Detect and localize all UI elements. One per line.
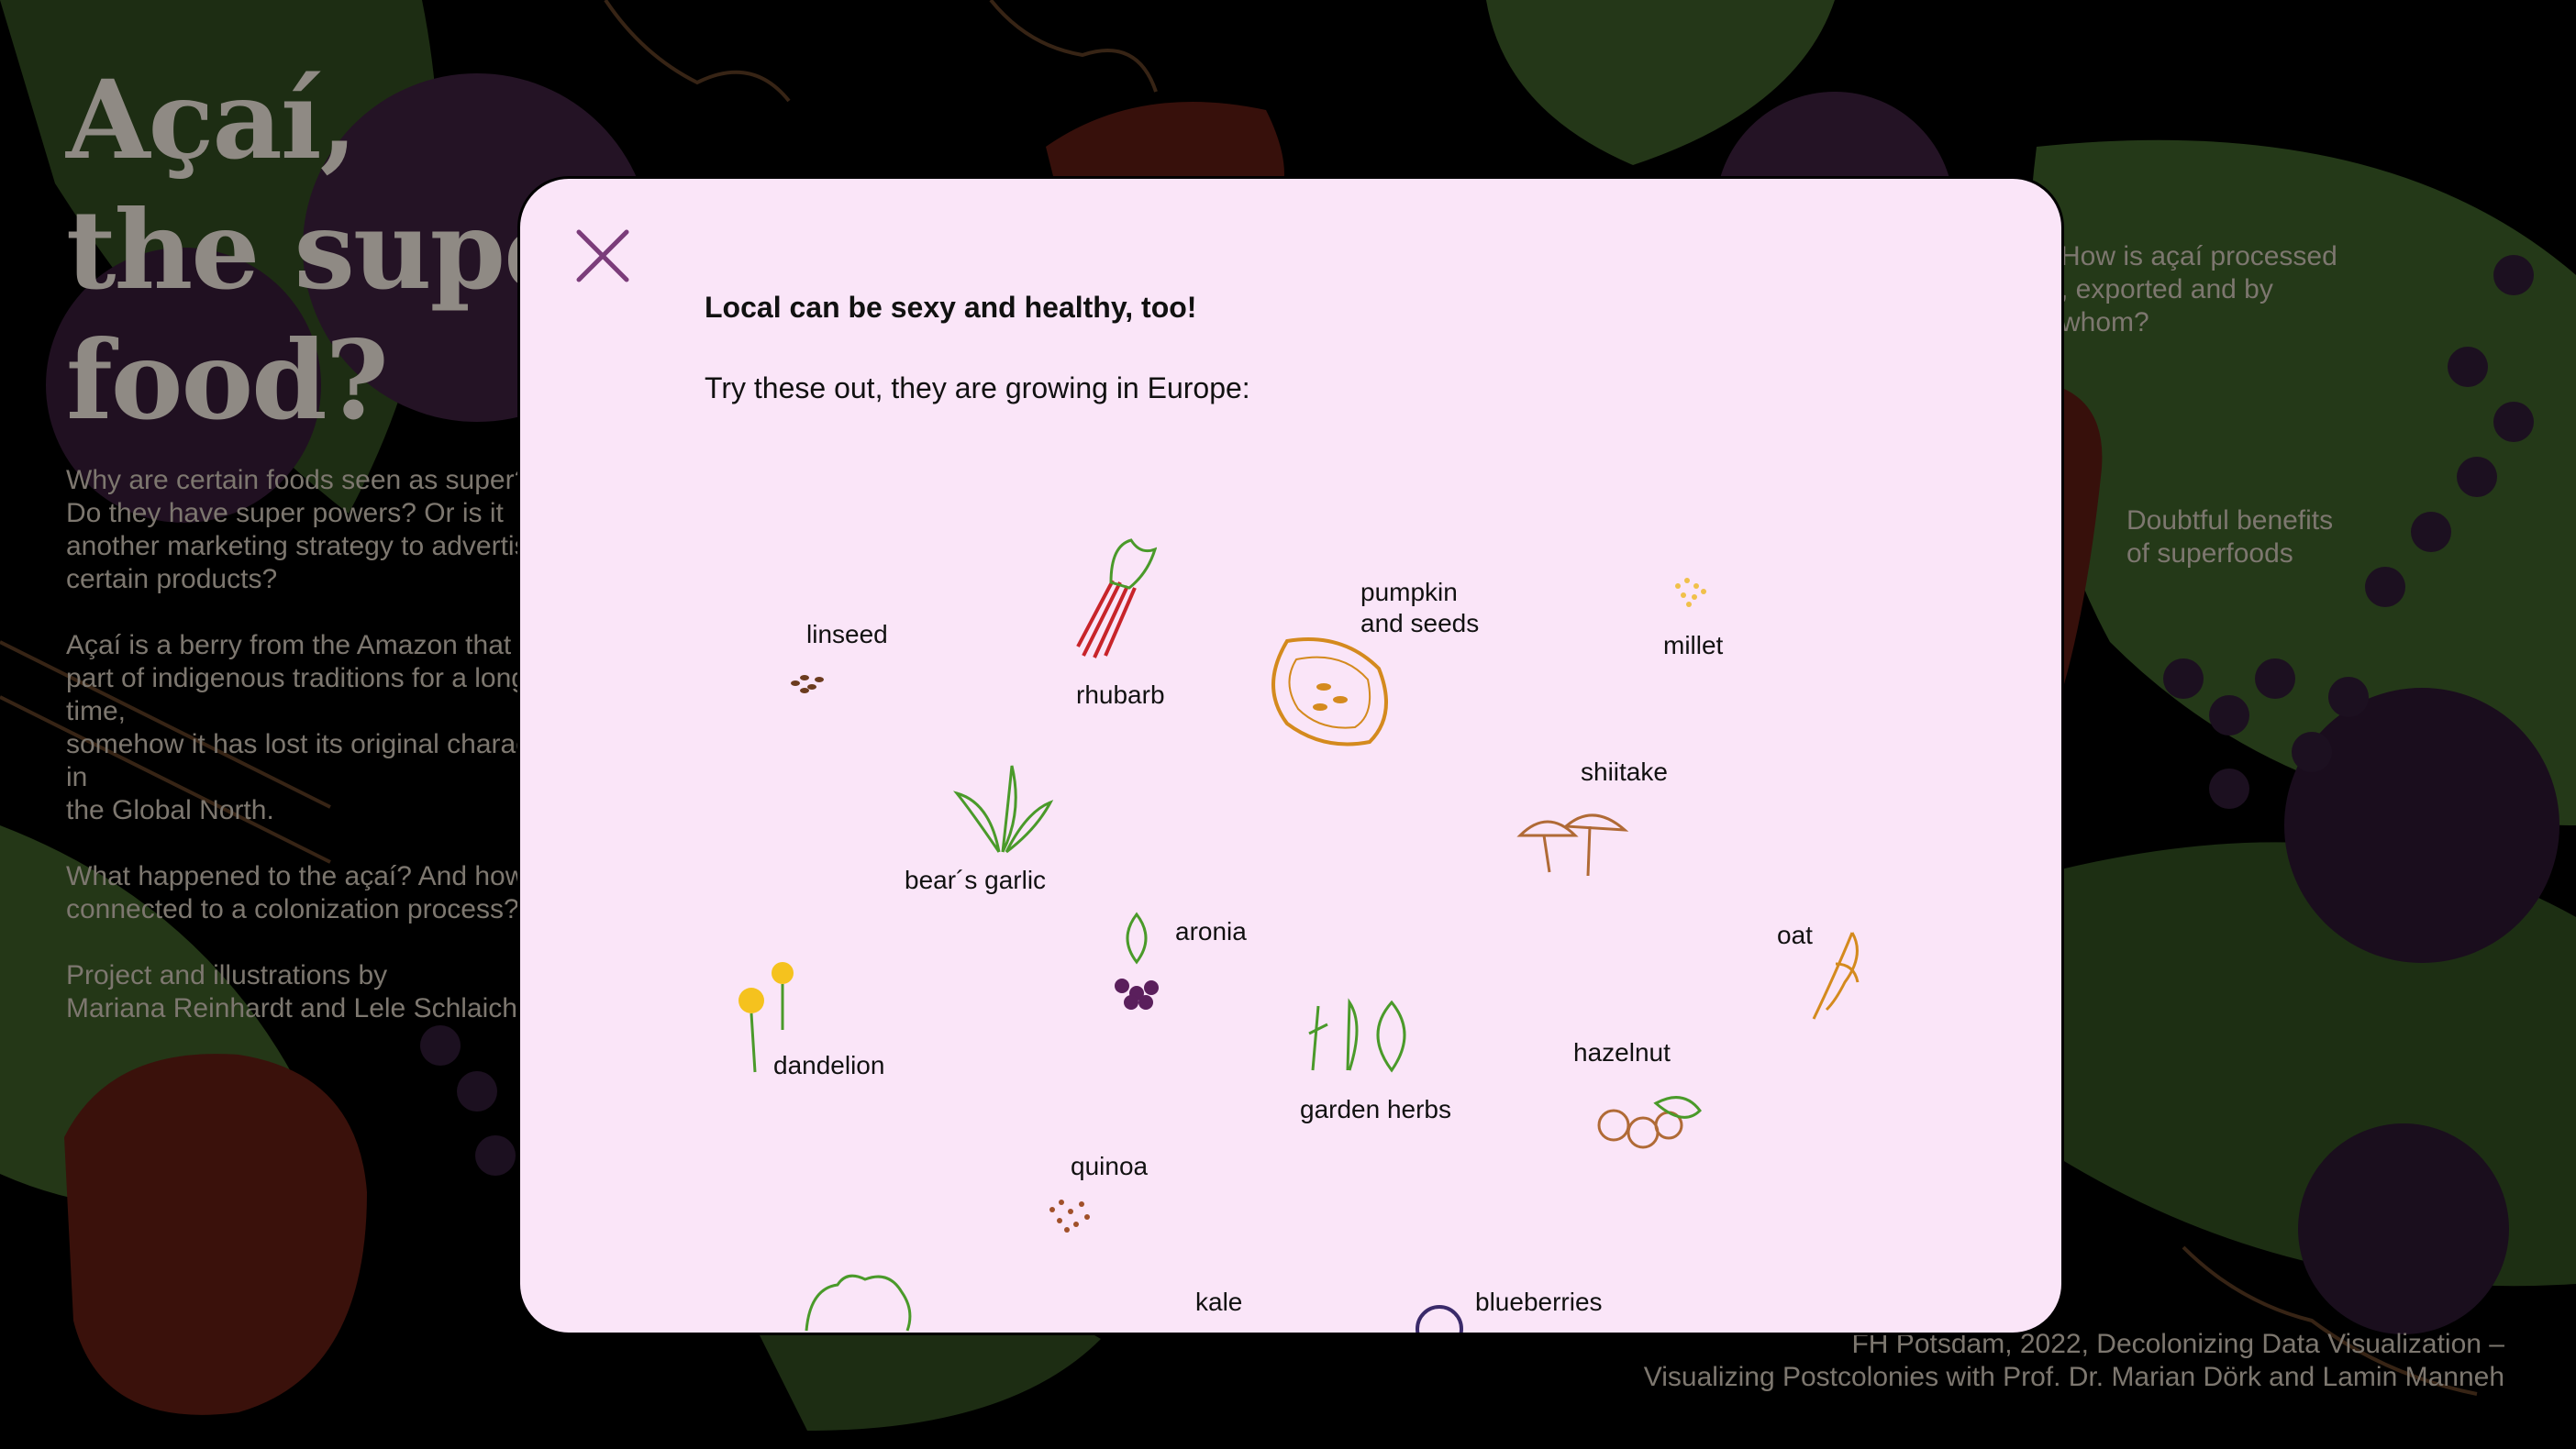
food-label-hazelnut: hazelnut bbox=[1573, 1038, 1671, 1067]
garden-herbs-icon bbox=[1308, 998, 1406, 1073]
doubtful-benefits-link[interactable]: Doubtful benefits of superfoods bbox=[2126, 504, 2333, 570]
intro-paragraph: Why are certain foods seen as super? Do … bbox=[66, 465, 544, 594]
aronia-icon bbox=[1115, 912, 1159, 1010]
rhubarb-icon bbox=[1076, 538, 1157, 658]
food-label-rhubarb: rhubarb bbox=[1076, 680, 1165, 709]
title-line: Açaí, bbox=[66, 56, 358, 183]
quinoa-icon bbox=[1049, 1200, 1090, 1233]
processing-link[interactable]: How is açaí processed , exported and by … bbox=[2060, 240, 2337, 339]
food-label-quinoa: quinoa bbox=[1071, 1152, 1149, 1180]
kale-icon bbox=[805, 1274, 912, 1332]
food-label-kale: kale bbox=[1195, 1288, 1243, 1316]
linseed-icon bbox=[791, 675, 824, 693]
food-label-millet: millet bbox=[1663, 631, 1724, 659]
food-label-garden-herbs: garden herbs bbox=[1300, 1095, 1452, 1123]
oat-icon bbox=[1812, 932, 1860, 1020]
shiitake-icon bbox=[1516, 813, 1629, 877]
local-foods-modal: Local can be sexy and healthy, too! Try … bbox=[517, 176, 2064, 1335]
food-label-blueberries: blueberries bbox=[1475, 1288, 1603, 1316]
blueberries-icon bbox=[1416, 1305, 1463, 1333]
bears-garlic-icon bbox=[953, 765, 1054, 854]
intro-paragraph: Açaí is a berry from the Amazon that is … bbox=[66, 630, 562, 825]
pumpkin-icon bbox=[1271, 637, 1388, 747]
food-label-shiitake: shiitake bbox=[1581, 758, 1668, 786]
footer-credits: FH Potsdam, 2022, Decolonizing Data Visu… bbox=[1643, 1329, 2504, 1392]
food-label-dandelion: dandelion bbox=[773, 1051, 885, 1079]
food-label-aronia: aronia bbox=[1175, 917, 1247, 946]
intro-text: Why are certain foods seen as super? Do … bbox=[66, 464, 580, 1058]
food-label-linseed: linseed bbox=[806, 620, 888, 648]
food-label-bears-garlic: bear´s garlic bbox=[905, 866, 1047, 894]
hazelnut-icon bbox=[1597, 1096, 1702, 1149]
close-icon[interactable] bbox=[575, 228, 630, 283]
food-label-pumpkin: pumpkin and seeds bbox=[1360, 578, 1480, 637]
modal-subheading: Try these out, they are growing in Europ… bbox=[705, 371, 1250, 404]
millet-icon bbox=[1675, 578, 1706, 607]
modal-heading: Local can be sexy and healthy, too! bbox=[705, 291, 1197, 324]
credits-text: Project and illustrations by Mariana Rei… bbox=[66, 960, 517, 1023]
intro-paragraph: What happened to the açaí? And how is it… bbox=[66, 861, 574, 924]
